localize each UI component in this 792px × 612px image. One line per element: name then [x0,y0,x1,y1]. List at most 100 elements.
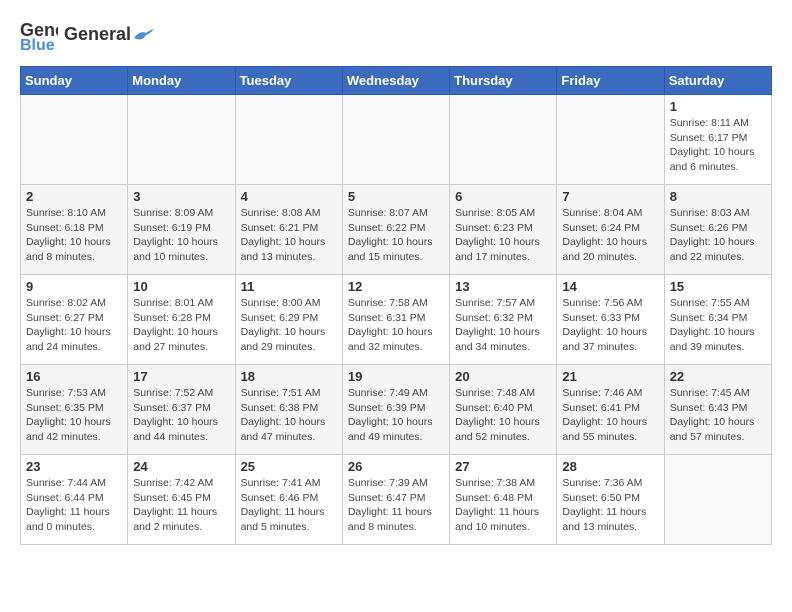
day-number: 20 [455,369,551,384]
day-info: Sunrise: 8:05 AM Sunset: 6:23 PM Dayligh… [455,206,551,265]
day-info: Sunrise: 7:57 AM Sunset: 6:32 PM Dayligh… [455,296,551,355]
calendar-cell: 21 Sunrise: 7:46 AM Sunset: 6:41 PM Dayli… [557,365,664,455]
page-header: General Blue General [20,16,772,54]
day-number: 10 [133,279,229,294]
day-number: 19 [348,369,444,384]
day-number: 23 [26,459,122,474]
day-info: Sunrise: 7:41 AM Sunset: 6:46 PM Dayligh… [241,476,337,535]
day-number: 11 [241,279,337,294]
calendar-table: SundayMondayTuesdayWednesdayThursdayFrid… [20,66,772,545]
day-number: 12 [348,279,444,294]
weekday-header: Tuesday [235,67,342,95]
calendar-cell: 8 Sunrise: 8:03 AM Sunset: 6:26 PM Daylig… [664,185,771,275]
day-number: 1 [670,99,766,114]
calendar-cell: 12Sunrise: 7:58 AM Sunset: 6:31 PM Dayli… [342,275,449,365]
weekday-header: Friday [557,67,664,95]
logo-bird-icon [132,28,154,42]
calendar-header-row: SundayMondayTuesdayWednesdayThursdayFrid… [21,67,772,95]
day-number: 25 [241,459,337,474]
calendar-cell: 17 Sunrise: 7:52 AM Sunset: 6:37 PM Dayli… [128,365,235,455]
calendar-cell: 22Sunrise: 7:45 AM Sunset: 6:43 PM Dayli… [664,365,771,455]
calendar-cell: 4 Sunrise: 8:08 AM Sunset: 6:21 PM Daylig… [235,185,342,275]
weekday-header: Thursday [450,67,557,95]
calendar-cell: 25 Sunrise: 7:41 AM Sunset: 6:46 PM Dayli… [235,455,342,545]
day-info: Sunrise: 7:49 AM Sunset: 6:39 PM Dayligh… [348,386,444,445]
calendar-cell: 27 Sunrise: 7:38 AM Sunset: 6:48 PM Dayli… [450,455,557,545]
day-number: 27 [455,459,551,474]
calendar-cell: 13Sunrise: 7:57 AM Sunset: 6:32 PM Dayli… [450,275,557,365]
day-info: Sunrise: 7:45 AM Sunset: 6:43 PM Dayligh… [670,386,766,445]
day-number: 26 [348,459,444,474]
calendar-cell [664,455,771,545]
calendar-cell [235,95,342,185]
day-info: Sunrise: 8:07 AM Sunset: 6:22 PM Dayligh… [348,206,444,265]
day-number: 8 [670,189,766,204]
logo-general: General [64,25,154,45]
day-info: Sunrise: 8:04 AM Sunset: 6:24 PM Dayligh… [562,206,658,265]
calendar-week-row: 23 Sunrise: 7:44 AM Sunset: 6:44 PM Dayli… [21,455,772,545]
day-number: 3 [133,189,229,204]
calendar-cell [557,95,664,185]
day-number: 21 [562,369,658,384]
calendar-cell: 18 Sunrise: 7:51 AM Sunset: 6:38 PM Dayli… [235,365,342,455]
day-number: 5 [348,189,444,204]
calendar-cell: 5 Sunrise: 8:07 AM Sunset: 6:22 PM Daylig… [342,185,449,275]
day-info: Sunrise: 8:03 AM Sunset: 6:26 PM Dayligh… [670,206,766,265]
day-info: Sunrise: 7:38 AM Sunset: 6:48 PM Dayligh… [455,476,551,535]
day-info: Sunrise: 7:48 AM Sunset: 6:40 PM Dayligh… [455,386,551,445]
calendar-cell [128,95,235,185]
calendar-cell: 28 Sunrise: 7:36 AM Sunset: 6:50 PM Dayli… [557,455,664,545]
day-info: Sunrise: 7:56 AM Sunset: 6:33 PM Dayligh… [562,296,658,355]
weekday-header: Monday [128,67,235,95]
day-info: Sunrise: 7:51 AM Sunset: 6:38 PM Dayligh… [241,386,337,445]
day-number: 18 [241,369,337,384]
day-info: Sunrise: 7:39 AM Sunset: 6:47 PM Dayligh… [348,476,444,535]
day-info: Sunrise: 7:53 AM Sunset: 6:35 PM Dayligh… [26,386,122,445]
calendar-cell [342,95,449,185]
calendar-cell: 26 Sunrise: 7:39 AM Sunset: 6:47 PM Dayli… [342,455,449,545]
calendar-cell: 16 Sunrise: 7:53 AM Sunset: 6:35 PM Dayli… [21,365,128,455]
calendar-cell: 15 Sunrise: 7:55 AM Sunset: 6:34 PM Dayli… [664,275,771,365]
day-info: Sunrise: 8:09 AM Sunset: 6:19 PM Dayligh… [133,206,229,265]
logo-icon: General Blue [20,16,58,54]
day-number: 4 [241,189,337,204]
weekday-header: Saturday [664,67,771,95]
calendar-cell: 2 Sunrise: 8:10 AM Sunset: 6:18 PM Daylig… [21,185,128,275]
day-info: Sunrise: 7:44 AM Sunset: 6:44 PM Dayligh… [26,476,122,535]
day-number: 14 [562,279,658,294]
calendar-cell: 10 Sunrise: 8:01 AM Sunset: 6:28 PM Dayli… [128,275,235,365]
calendar-cell [21,95,128,185]
day-info: Sunrise: 8:08 AM Sunset: 6:21 PM Dayligh… [241,206,337,265]
day-number: 6 [455,189,551,204]
day-info: Sunrise: 8:11 AM Sunset: 6:17 PM Dayligh… [670,116,766,175]
day-info: Sunrise: 8:01 AM Sunset: 6:28 PM Dayligh… [133,296,229,355]
day-info: Sunrise: 8:02 AM Sunset: 6:27 PM Dayligh… [26,296,122,355]
day-number: 24 [133,459,229,474]
day-number: 15 [670,279,766,294]
calendar-week-row: 1 Sunrise: 8:11 AM Sunset: 6:17 PM Daylig… [21,95,772,185]
calendar-cell: 23 Sunrise: 7:44 AM Sunset: 6:44 PM Dayli… [21,455,128,545]
calendar-cell: 7 Sunrise: 8:04 AM Sunset: 6:24 PM Daylig… [557,185,664,275]
calendar-cell: 6 Sunrise: 8:05 AM Sunset: 6:23 PM Daylig… [450,185,557,275]
calendar-cell: 20 Sunrise: 7:48 AM Sunset: 6:40 PM Dayli… [450,365,557,455]
calendar-cell: 1 Sunrise: 8:11 AM Sunset: 6:17 PM Daylig… [664,95,771,185]
day-number: 28 [562,459,658,474]
day-number: 9 [26,279,122,294]
svg-text:Blue: Blue [20,37,55,54]
day-info: Sunrise: 7:55 AM Sunset: 6:34 PM Dayligh… [670,296,766,355]
day-info: Sunrise: 7:36 AM Sunset: 6:50 PM Dayligh… [562,476,658,535]
day-number: 16 [26,369,122,384]
day-number: 7 [562,189,658,204]
day-info: Sunrise: 7:46 AM Sunset: 6:41 PM Dayligh… [562,386,658,445]
calendar-cell: 9 Sunrise: 8:02 AM Sunset: 6:27 PM Daylig… [21,275,128,365]
calendar-cell: 3 Sunrise: 8:09 AM Sunset: 6:19 PM Daylig… [128,185,235,275]
day-number: 2 [26,189,122,204]
day-number: 17 [133,369,229,384]
calendar-week-row: 2 Sunrise: 8:10 AM Sunset: 6:18 PM Daylig… [21,185,772,275]
day-info: Sunrise: 7:52 AM Sunset: 6:37 PM Dayligh… [133,386,229,445]
weekday-header: Wednesday [342,67,449,95]
calendar-cell: 24Sunrise: 7:42 AM Sunset: 6:45 PM Dayli… [128,455,235,545]
day-info: Sunrise: 8:10 AM Sunset: 6:18 PM Dayligh… [26,206,122,265]
page-container: General Blue General SundayMondayTuesday… [0,0,792,561]
calendar-cell: 19 Sunrise: 7:49 AM Sunset: 6:39 PM Dayli… [342,365,449,455]
